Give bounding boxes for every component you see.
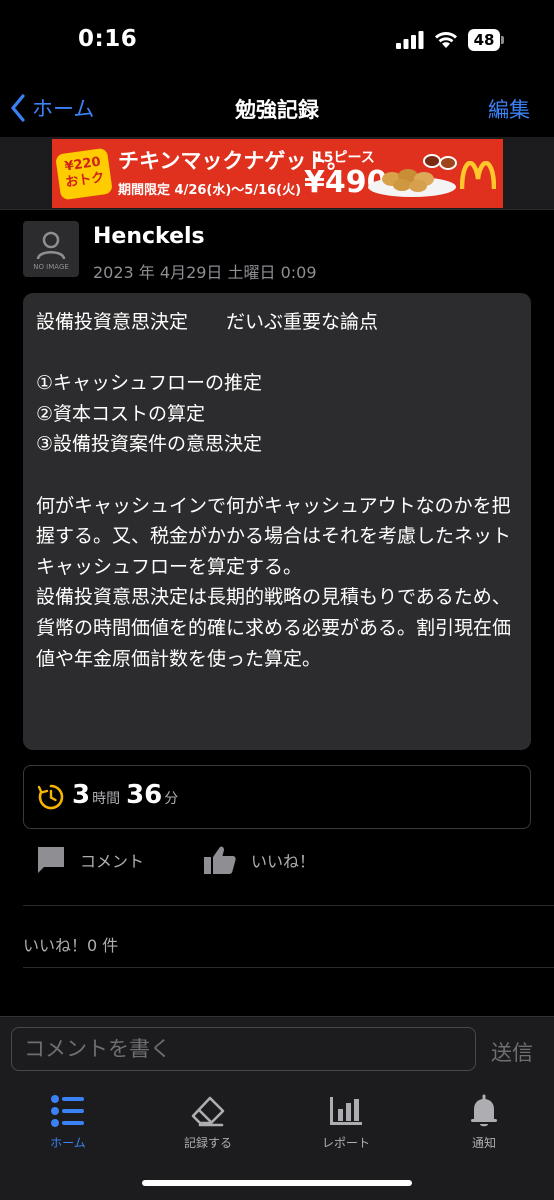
comment-label: コメント xyxy=(80,852,145,871)
page-title: 勉強記録 xyxy=(235,98,319,122)
list-icon xyxy=(51,1095,84,1127)
status-time: 0:16 xyxy=(78,26,138,52)
signal-icon xyxy=(396,31,424,49)
ad-strip: ¥220 おトク チキンマックナゲット。 期間限定 4/26(水)～5/16(火… xyxy=(0,137,554,209)
app-screen: 0:16 48 ホーム 勉強記録 編集 ¥220 おトク チキンマックナゲット。… xyxy=(0,0,554,1200)
battery-icon: 48 xyxy=(468,29,504,51)
avatar-caption: NO IMAGE xyxy=(33,263,69,271)
tab-home-label: ホーム xyxy=(50,1136,86,1150)
comment-bar: 送信 xyxy=(0,1016,554,1085)
ad-discount-badge: ¥220 おトク xyxy=(55,147,113,201)
ad-period: 期間限定 4/26(水)～5/16(火) xyxy=(118,183,302,198)
like-button[interactable]: いいね！ xyxy=(203,843,315,877)
eraser-icon xyxy=(191,1096,225,1127)
edit-button[interactable]: 編集 xyxy=(488,94,530,124)
comment-button[interactable]: コメント xyxy=(36,843,144,877)
tab-notifications-label: 通知 xyxy=(471,1136,496,1150)
bar-chart-icon xyxy=(330,1097,362,1125)
tab-report-label: レポート xyxy=(321,1136,370,1150)
tab-notifications[interactable]: 通知 xyxy=(434,1092,534,1162)
tab-home[interactable]: ホーム xyxy=(18,1092,118,1162)
tab-record-label: 記録する xyxy=(183,1136,232,1150)
duration-hours: 3 xyxy=(72,780,91,810)
nuggets-image xyxy=(368,154,457,197)
wifi-icon xyxy=(435,32,457,48)
memo-text: 設備投資意思決定 だいぶ重要な論点 ①キャッシュフローの推定 ②資本コストの算定… xyxy=(36,311,512,670)
tab-report[interactable]: レポート xyxy=(296,1092,396,1162)
clock-icon xyxy=(37,784,64,810)
ad-banner[interactable]: ¥220 おトク チキンマックナゲット。 期間限定 4/26(水)～5/16(火… xyxy=(52,139,503,208)
like-label: いいね！ xyxy=(251,852,316,871)
likes-count[interactable]: いいね！0 件 xyxy=(23,932,118,956)
avatar[interactable]: NO IMAGE xyxy=(23,221,79,277)
divider xyxy=(23,967,554,968)
bell-icon xyxy=(471,1094,497,1127)
home-indicator xyxy=(142,1180,412,1186)
comment-icon xyxy=(38,847,64,873)
duration-hours-unit: 時間 xyxy=(92,791,121,807)
divider xyxy=(0,209,554,210)
thumbs-up-icon xyxy=(204,846,236,874)
navigation-bar: ホーム 勉強記録 編集 xyxy=(0,80,554,136)
study-duration-card: 3 時間 36 分 xyxy=(23,765,531,829)
duration-minutes-unit: 分 xyxy=(164,791,179,807)
send-button[interactable]: 送信 xyxy=(491,1037,533,1067)
status-bar: 0:16 48 xyxy=(0,0,554,80)
memo-card: 設備投資意思決定 だいぶ重要な論点 ①キャッシュフローの推定 ②資本コストの算定… xyxy=(23,293,531,750)
post-date: 2023 年 4月29日 土曜日 0:09 xyxy=(93,263,317,282)
tab-record[interactable]: 記録する xyxy=(158,1092,258,1162)
comment-input[interactable] xyxy=(11,1027,476,1071)
mcdonalds-logo xyxy=(460,161,496,190)
study-duration: 3 時間 36 分 xyxy=(72,780,184,810)
battery-level: 48 xyxy=(468,29,500,51)
duration-minutes: 36 xyxy=(126,780,163,810)
divider xyxy=(23,905,554,906)
user-name[interactable]: Henckels xyxy=(93,224,205,249)
